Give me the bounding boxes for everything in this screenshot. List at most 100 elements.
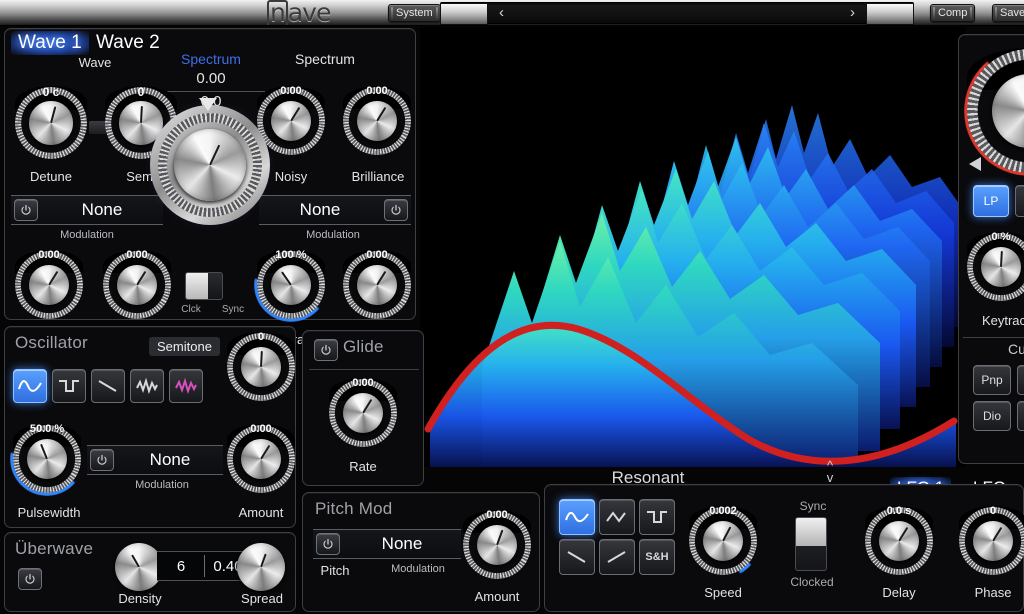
- lfo-phase-label: Phase: [974, 585, 1012, 600]
- lfo-wave-sample-hold-button[interactable]: S&H: [639, 539, 675, 575]
- keytrack-knob[interactable]: 100 %: [254, 248, 328, 322]
- spread-label: Spread: [241, 591, 283, 606]
- semitone-knob[interactable]: 0: [227, 331, 295, 401]
- lfo-waveform-group: S&H: [559, 499, 675, 575]
- wavetable-surface: [420, 27, 966, 467]
- lfo-wave-triangle-button[interactable]: [599, 499, 635, 535]
- power-icon[interactable]: [316, 533, 340, 555]
- osc-wave-square-button[interactable]: [52, 369, 86, 403]
- pitch-amount-value: 0.00: [486, 509, 508, 521]
- wave-main-knob[interactable]: [145, 100, 275, 230]
- amount-right-knob[interactable]: 0.00: [343, 249, 411, 319]
- lfo-wave-saw-down-button[interactable]: [559, 539, 595, 575]
- lfo-wave-square-button[interactable]: [639, 499, 675, 535]
- glide-rate-label: Rate: [349, 459, 377, 474]
- filter-curve-t-button[interactable]: T: [1017, 365, 1024, 395]
- osc-mod-source[interactable]: None: [117, 450, 223, 470]
- filter-type-bp-button[interactable]: B: [1015, 185, 1024, 217]
- osc-wave-noise-button[interactable]: [130, 369, 164, 403]
- comp-button[interactable]: Comp: [930, 4, 976, 22]
- preset-prev-end[interactable]: [440, 3, 488, 25]
- lfo-wave-sine-button[interactable]: [559, 499, 595, 535]
- preset-next-arrow[interactable]: ›: [850, 4, 855, 21]
- glide-power-button[interactable]: [314, 339, 338, 361]
- wave-mod-left-row[interactable]: None: [11, 195, 163, 225]
- amount-left-knob[interactable]: 0.00: [15, 249, 83, 319]
- pitch-amount-knob[interactable]: 0.00: [463, 509, 531, 579]
- filter-curve-extra-button[interactable]: [1017, 401, 1024, 431]
- osc-wave-pink-noise-button[interactable]: [169, 369, 203, 403]
- brilliance-knob[interactable]: 0.00: [343, 85, 411, 155]
- filter-curve-pnp-button[interactable]: Pnp: [973, 365, 1011, 395]
- keytrack-value: 100 %: [275, 249, 307, 261]
- wave-mod-right-row[interactable]: None: [259, 195, 411, 225]
- pitch-mod-panel: Pitch Mod None Pitch Modulation 0.00 Amo…: [302, 492, 540, 612]
- glide-rate-value: 0.00: [352, 377, 374, 389]
- semitone-label: Semitone: [149, 337, 220, 356]
- wave-knob-indicator: [199, 98, 217, 111]
- lfo-phase-knob[interactable]: 0: [959, 505, 1024, 575]
- display-page-spinner[interactable]: ^ v: [820, 459, 840, 484]
- osc-wave-sine-button[interactable]: [13, 369, 47, 403]
- spread-knob[interactable]: [237, 543, 285, 591]
- lfo-delay-knob[interactable]: 0.0 s: [865, 505, 933, 575]
- saw-down-icon: [567, 551, 586, 563]
- pitch-mod-source[interactable]: None: [343, 534, 461, 554]
- pitch-mod-row[interactable]: None: [313, 529, 461, 559]
- power-icon[interactable]: [14, 199, 38, 221]
- filter-keytrack-value: 0 %: [991, 231, 1011, 243]
- spinner-down-icon[interactable]: v: [820, 471, 840, 484]
- pitch-amount-label: Amount: [474, 589, 520, 604]
- pitch-mod-title: Pitch Mod: [315, 499, 393, 518]
- filter-panel: LP B 0 % Keytrac Cu Pnp T Dio: [958, 34, 1024, 464]
- filter-cutoff-knob[interactable]: [964, 46, 1024, 176]
- osc-amount-label: Amount: [238, 505, 284, 520]
- system-button[interactable]: System: [388, 4, 441, 22]
- pitch-mod-label: Modulation: [391, 563, 445, 575]
- saw-icon: [98, 380, 117, 392]
- filter-keytrack-knob[interactable]: 0 %: [967, 231, 1024, 301]
- noisy-value: 0.00: [280, 85, 302, 97]
- glide-rate-knob[interactable]: 0.00: [329, 377, 397, 447]
- lfo-sync-switch[interactable]: [795, 517, 827, 571]
- square-icon: [647, 511, 667, 523]
- pulsewidth-knob[interactable]: 50.0 %: [10, 422, 84, 496]
- detune-knob[interactable]: 0 c: [15, 85, 87, 159]
- wave-mod-right-source[interactable]: None: [259, 200, 381, 220]
- power-icon[interactable]: [384, 199, 408, 221]
- lfo-speed-label: Speed: [704, 585, 742, 600]
- osc-wave-saw-button[interactable]: [91, 369, 125, 403]
- wavetable-3d-display[interactable]: [420, 27, 966, 467]
- preset-next-end[interactable]: [866, 3, 914, 25]
- semitone-value: 0: [257, 331, 265, 343]
- wave-mod-right-label: Modulation: [306, 229, 360, 241]
- preset-nav-strip[interactable]: ‹ ›: [440, 2, 914, 25]
- semi-value: 0: [137, 85, 145, 99]
- pulsewidth-label: Pulsewidth: [17, 505, 81, 520]
- uberwave-title: Überwave: [15, 539, 94, 558]
- save-button[interactable]: Save: [992, 4, 1024, 22]
- osc-mod-row[interactable]: None: [87, 445, 223, 475]
- travel-knob[interactable]: 0.00: [103, 249, 171, 319]
- lfo-speed-knob[interactable]: 0.002: [686, 504, 760, 578]
- power-icon[interactable]: [90, 449, 114, 471]
- spinner-up-icon[interactable]: ^: [820, 459, 840, 472]
- power-glyph: [321, 344, 331, 355]
- lfo-clocked-label: Clocked: [790, 575, 834, 589]
- amount-right-value: 0.00: [366, 249, 388, 261]
- wave-mod-left-source[interactable]: None: [41, 200, 163, 220]
- tab-wave-1[interactable]: Wave 1: [11, 31, 89, 55]
- clck-label: Clck: [181, 304, 201, 315]
- detune-value: 0 c: [42, 85, 60, 99]
- clck-sync-switch[interactable]: [185, 272, 223, 300]
- osc-amount-knob[interactable]: 0.00: [227, 423, 295, 493]
- density-knob[interactable]: [115, 543, 163, 591]
- lfo-wave-saw-up-button[interactable]: [599, 539, 635, 575]
- noise-icon: [136, 377, 158, 395]
- sync-label: Sync: [221, 304, 245, 315]
- filter-curve-dio-button[interactable]: Dio: [973, 401, 1011, 431]
- preset-prev-arrow[interactable]: ‹: [499, 4, 504, 21]
- filter-type-lp-button[interactable]: LP: [973, 185, 1009, 217]
- lfo-speed-value: 0.002: [709, 505, 737, 517]
- uberwave-power-button[interactable]: [18, 568, 42, 590]
